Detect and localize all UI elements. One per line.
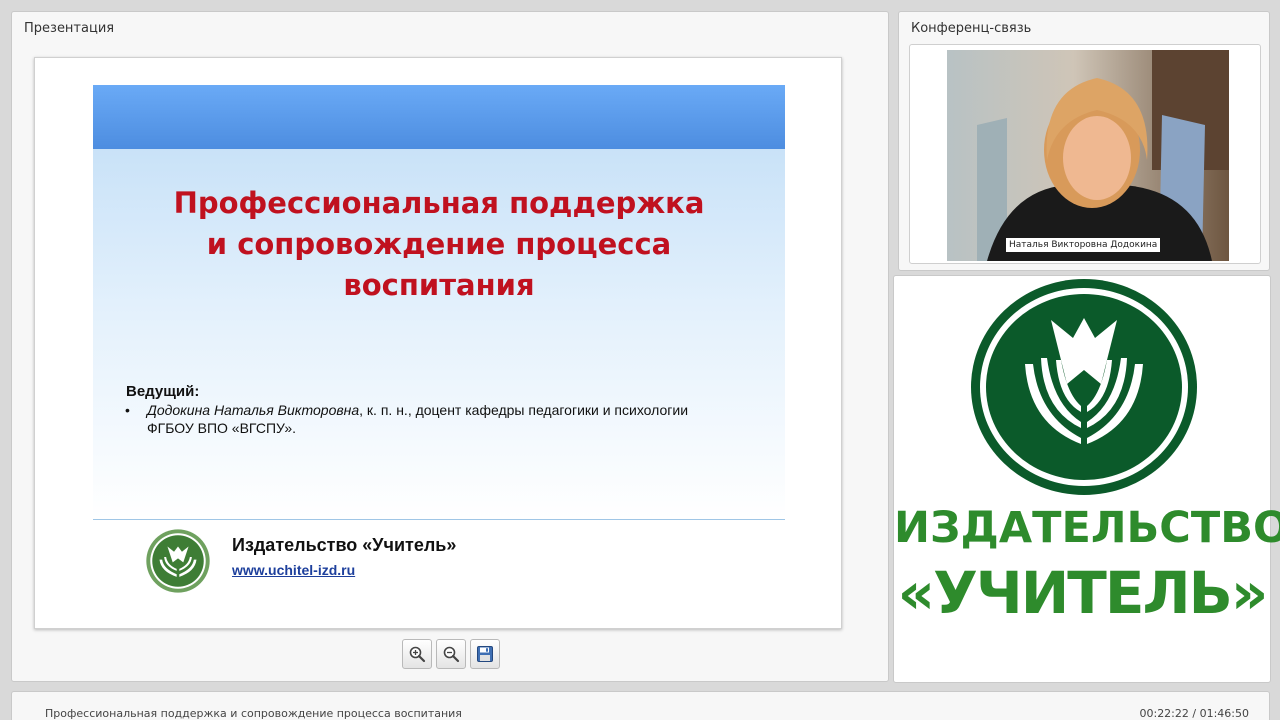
slide-title: Профессиональная поддержка и сопровожден… — [173, 186, 705, 302]
footer-publisher-link[interactable]: www.uchitel-izd.ru — [232, 562, 355, 578]
video-container: Наталья Викторовна Додокина — [909, 44, 1261, 264]
zoom-in-button[interactable] — [402, 639, 432, 669]
slide-body: Профессиональная поддержка и сопровожден… — [93, 149, 785, 599]
status-bar: Профессиональная поддержка и сопровожден… — [11, 691, 1270, 720]
conference-panel: Конференц-связь Наталья Викторовна Додок… — [898, 11, 1270, 271]
zoom-in-icon — [409, 646, 426, 663]
slide-toolbar — [402, 639, 500, 669]
slide-blank-band — [331, 577, 683, 599]
save-button[interactable] — [470, 639, 500, 669]
floppy-disk-icon — [477, 646, 493, 662]
status-title: Профессиональная поддержка и сопровожден… — [45, 707, 462, 720]
zoom-out-button[interactable] — [436, 639, 466, 669]
host-organization: ФГБОУ ВПО «ВГСПУ». — [147, 420, 296, 436]
host-line: Додокина Наталья Викторовна, к. п. н., д… — [147, 402, 688, 418]
publisher-label: ИЗДАТЕЛЬСТВО — [894, 503, 1280, 553]
participant-video-image — [947, 50, 1229, 261]
participant-name-label: Наталья Викторовна Додокина — [1006, 238, 1161, 252]
conference-panel-title: Конференц-связь — [911, 21, 1032, 36]
presentation-slide: Профессиональная поддержка и сопровожден… — [34, 57, 842, 629]
publisher-emblem-icon — [971, 279, 1197, 495]
zoom-out-icon — [443, 646, 460, 663]
participant-video: Наталья Викторовна Додокина — [947, 50, 1229, 261]
publisher-name: «УЧИТЕЛЬ» — [897, 559, 1269, 627]
presentation-panel: Презентация Профессиональная поддержка и… — [11, 11, 889, 682]
slide-divider — [93, 519, 785, 520]
slide-header-bar — [93, 85, 785, 149]
host-bullet: • — [125, 402, 130, 418]
footer-publisher-name: Издательство «Учитель» — [232, 535, 457, 555]
host-name: Додокина Наталья Викторовна — [147, 402, 360, 418]
publisher-logo-panel: ИЗДАТЕЛЬСТВО «УЧИТЕЛЬ» — [893, 275, 1280, 683]
publisher-logo-icon — [146, 529, 210, 593]
host-details: , к. п. н., доцент кафедры педагогики и … — [359, 402, 689, 418]
playback-time: 00:22:22 / 01:46:50 — [1139, 707, 1249, 720]
host-heading: Ведущий: — [126, 383, 200, 400]
presentation-panel-title: Презентация — [24, 21, 115, 36]
